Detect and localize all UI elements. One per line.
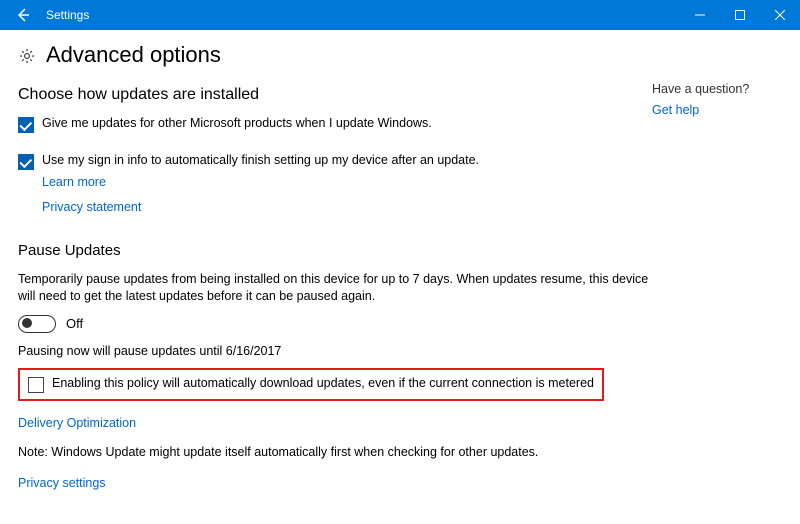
checkbox-other-products-label: Give me updates for other Microsoft prod… bbox=[42, 116, 432, 130]
note-text: Note: Windows Update might update itself… bbox=[18, 444, 652, 461]
highlighted-policy-box: Enabling this policy will automatically … bbox=[18, 368, 604, 401]
checkbox-signin-finish[interactable] bbox=[18, 154, 34, 170]
close-button[interactable] bbox=[760, 0, 800, 30]
pause-toggle-state: Off bbox=[66, 316, 83, 331]
maximize-button[interactable] bbox=[720, 0, 760, 30]
window-controls bbox=[680, 0, 800, 30]
pause-toggle-row: Off bbox=[18, 315, 652, 333]
pause-toggle[interactable] bbox=[18, 315, 56, 333]
minimize-button[interactable] bbox=[680, 0, 720, 30]
maximize-icon bbox=[735, 10, 745, 20]
checkbox-row-signin-finish[interactable]: Use my sign in info to automatically fin… bbox=[18, 153, 652, 170]
checkbox-other-products[interactable] bbox=[18, 117, 34, 133]
section-heading-pause: Pause Updates bbox=[18, 242, 652, 259]
learn-more-link[interactable]: Learn more bbox=[42, 175, 106, 189]
checkbox-row-metered-policy[interactable]: Enabling this policy will automatically … bbox=[28, 376, 594, 393]
checkbox-row-other-products[interactable]: Give me updates for other Microsoft prod… bbox=[18, 116, 652, 133]
get-help-link[interactable]: Get help bbox=[652, 103, 699, 117]
checkbox-metered-policy[interactable] bbox=[28, 377, 44, 393]
pause-description: Temporarily pause updates from being ins… bbox=[18, 271, 652, 305]
privacy-statement-link[interactable]: Privacy statement bbox=[42, 200, 141, 214]
delivery-optimization-link[interactable]: Delivery Optimization bbox=[18, 416, 136, 430]
checkbox-signin-finish-label: Use my sign in info to automatically fin… bbox=[42, 153, 479, 167]
side-heading: Have a question? bbox=[652, 82, 782, 96]
close-icon bbox=[775, 10, 785, 20]
window-titlebar: Settings bbox=[0, 0, 800, 30]
minimize-icon bbox=[695, 10, 705, 20]
gear-icon bbox=[18, 47, 36, 65]
window-title: Settings bbox=[46, 8, 680, 22]
back-arrow-icon bbox=[15, 7, 31, 23]
toggle-knob bbox=[22, 318, 32, 328]
checkbox-metered-policy-label: Enabling this policy will automatically … bbox=[52, 376, 594, 390]
page-header: Advanced options bbox=[18, 42, 652, 68]
section-heading-install: Choose how updates are installed bbox=[18, 86, 652, 104]
side-panel: Have a question? Get help bbox=[652, 42, 782, 524]
privacy-settings-link[interactable]: Privacy settings bbox=[18, 476, 106, 490]
page-title: Advanced options bbox=[46, 42, 221, 68]
back-button[interactable] bbox=[6, 0, 40, 30]
pause-until-text: Pausing now will pause updates until 6/1… bbox=[18, 343, 652, 360]
